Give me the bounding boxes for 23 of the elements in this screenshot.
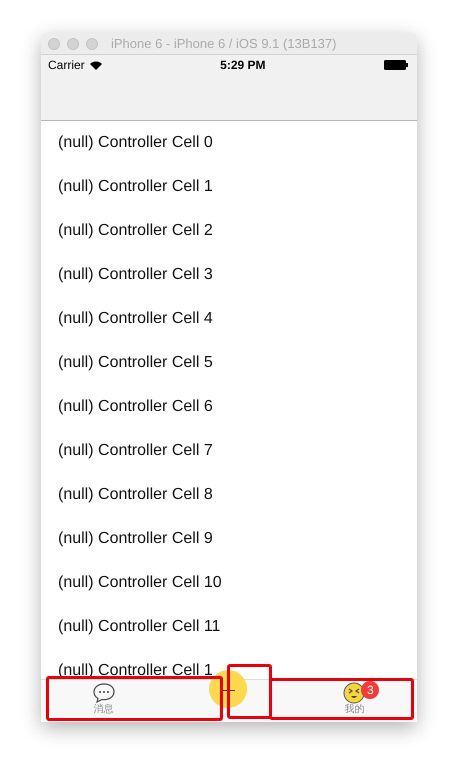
table-row[interactable]: (null) Controller Cell 0 [41,121,417,165]
table-row[interactable]: (null) Controller Cell 6 [41,385,417,429]
table-row[interactable]: (null) Controller Cell 11 [41,605,417,649]
table-row[interactable]: (null) Controller Cell 8 [41,473,417,517]
battery-icon [384,60,408,70]
table-row[interactable]: (null) Controller Cell 1 [41,165,417,209]
table-row[interactable]: (null) Controller Cell 4 [41,297,417,341]
status-time: 5:29 PM [220,58,266,72]
window-title: iPhone 6 - iPhone 6 / iOS 9.1 (13B137) [111,36,336,51]
carrier-label: Carrier [48,58,85,72]
table-row[interactable]: (null) Controller Cell 3 [41,253,417,297]
table-row[interactable]: (null) Controller Cell 10 [41,561,417,605]
face-icon [343,682,366,704]
table-row[interactable]: (null) Controller Cell 7 [41,429,417,473]
table-row[interactable]: (null) Controller Cell 5 [41,341,417,385]
chat-bubble-icon [92,682,116,704]
count-badge: 3 [361,681,380,699]
close-button[interactable] [48,38,60,50]
zoom-button[interactable] [86,38,98,50]
minimize-button[interactable] [67,38,79,50]
wifi-icon [90,60,102,70]
table-row[interactable]: (null) Controller Cell 9 [41,517,417,561]
table-row[interactable]: (null) Controller Cell 2 [41,209,417,253]
